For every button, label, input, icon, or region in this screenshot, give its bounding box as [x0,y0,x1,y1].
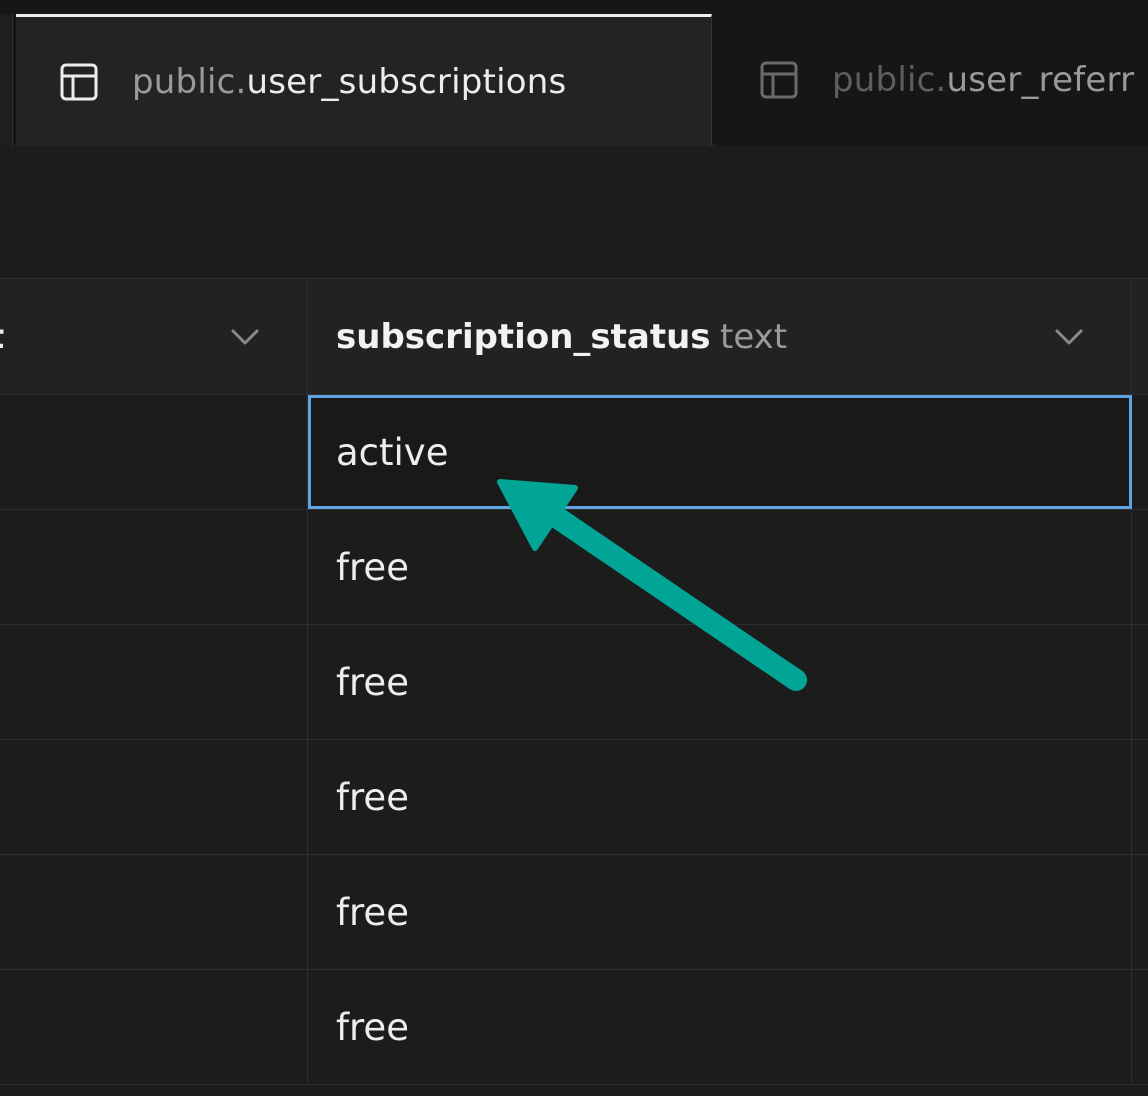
grid-cell[interactable] [0,970,308,1084]
grid-cell[interactable]: free [308,740,1132,854]
column-header-subscription-status[interactable]: subscription_status text [308,279,1132,394]
grid-cell[interactable] [0,625,308,739]
grid-cell-selected[interactable]: active [308,395,1132,509]
table-icon [760,61,798,99]
data-grid: t subscription_status text active [0,279,1148,1096]
column-header-partial[interactable]: t [0,279,308,394]
grid-cell[interactable]: free [308,970,1132,1084]
chevron-down-icon[interactable] [230,328,260,346]
tab-table-name: user_subscriptions [246,61,567,102]
tab-table-name: user_referr [946,60,1135,100]
tab-user-referrals[interactable]: public.user_referr [716,14,1148,146]
cell-value: free [336,546,409,589]
table-row: free [0,510,1148,625]
tab-bar: public.user_subscriptions public.user_re… [0,0,1148,146]
column-name: subscription_status [336,317,711,357]
grid-cell[interactable] [0,510,308,624]
grid-cell[interactable] [0,740,308,854]
tab-previous-partial[interactable] [0,14,13,146]
tab-label: public.user_referr [832,60,1134,100]
table-row: active [0,395,1148,510]
chevron-down-icon[interactable] [1054,328,1084,346]
grid-cell[interactable]: free [308,510,1132,624]
column-header-label: t [0,317,4,357]
cell-value: free [336,661,409,704]
tab-schema: public. [832,60,947,100]
tab-label: public.user_subscriptions [132,62,566,102]
table-editor: public.user_subscriptions public.user_re… [0,0,1148,1096]
grid-toolbar [0,146,1148,279]
cell-value: free [336,891,409,934]
tab-user-subscriptions[interactable]: public.user_subscriptions [16,14,712,146]
grid-cell[interactable] [0,395,308,509]
grid-cell[interactable] [0,855,308,969]
grid-cell[interactable]: free [308,625,1132,739]
grid-cell[interactable]: free [308,855,1132,969]
table-icon [60,63,98,100]
table-row: free [0,625,1148,740]
cell-value: free [336,1006,409,1049]
column-type: text [720,317,788,357]
table-row: free [0,740,1148,855]
tab-schema: public. [132,61,247,102]
table-row: free [0,855,1148,970]
table-row: free [0,970,1148,1085]
grid-header-row: t subscription_status text [0,279,1148,395]
cell-value: active [336,431,449,474]
cell-value: free [336,776,409,819]
